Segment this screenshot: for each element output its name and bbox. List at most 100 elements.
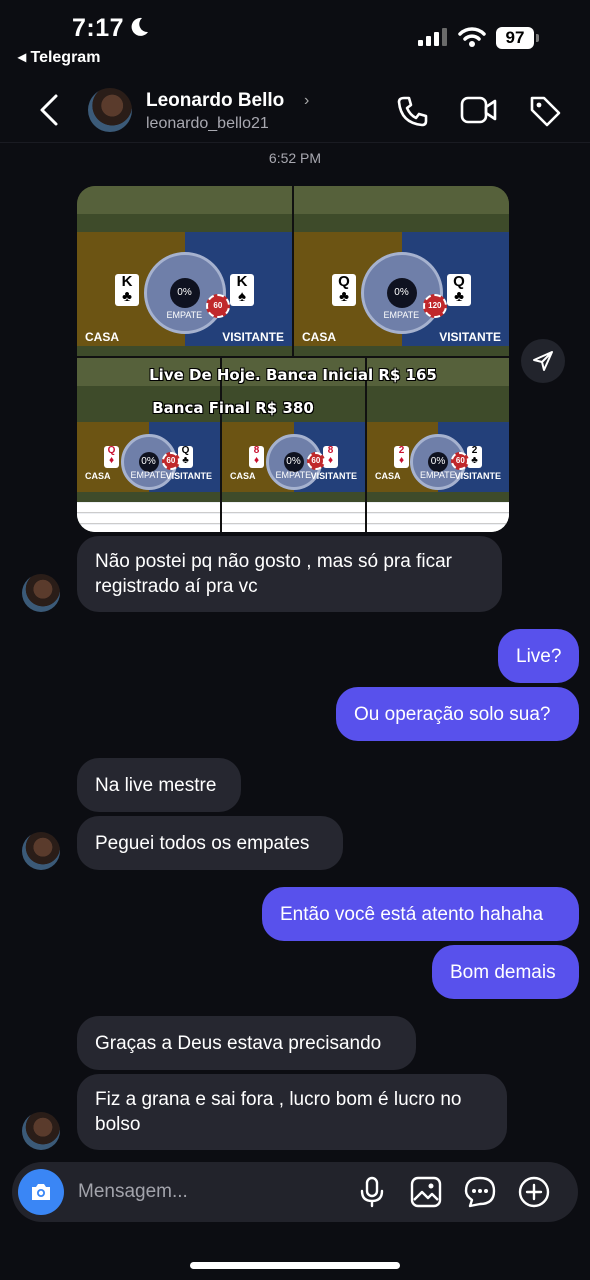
message-timestamp: 6:52 PM xyxy=(268,150,322,166)
casa-label: CASA xyxy=(375,471,401,481)
message-bubble-outgoing[interactable]: Ou operação solo sua? xyxy=(336,687,579,741)
card-suit: ♣ xyxy=(339,288,349,305)
share-button[interactable] xyxy=(521,339,565,383)
message-composer xyxy=(12,1162,578,1222)
plus-icon[interactable] xyxy=(518,1176,550,1208)
right-playing-card: 2 ♣ xyxy=(467,446,482,468)
message-bubble-incoming[interactable]: Não postei pq não gosto , mas só pra fic… xyxy=(77,536,502,612)
battery-indicator: 97 xyxy=(496,27,534,49)
message-bubble-incoming[interactable]: Graças a Deus estava precisando xyxy=(77,1016,416,1070)
chat-header: Leonardo Bello › leonardo_bello21 xyxy=(0,80,590,143)
left-playing-card: Q ♣ xyxy=(332,274,356,306)
message-bubble-incoming[interactable]: Fiz a grana e sai fora , lucro bom é luc… xyxy=(77,1074,507,1150)
casa-label: CASA xyxy=(302,330,337,344)
table-row xyxy=(367,525,509,532)
visitante-label: VISITANTE xyxy=(454,471,501,481)
microphone-icon[interactable] xyxy=(359,1176,385,1208)
card-suit: ♣ xyxy=(122,288,132,305)
game-tile: 0% Q ♣ Q ♣ 120 EMPATE CASA VISITANTE xyxy=(294,186,509,356)
card-suit: ♦ xyxy=(108,455,115,466)
status-time: 7:17 xyxy=(72,14,125,42)
camera-icon xyxy=(32,1184,50,1200)
overlay-caption-line1: Live De Hoje. Banca Inicial R$ 165 xyxy=(149,366,437,384)
empate-label: EMPATE xyxy=(166,310,203,320)
visitante-label: VISITANTE xyxy=(222,330,284,344)
moon-icon xyxy=(131,17,148,36)
left-playing-card: K ♣ xyxy=(115,274,139,306)
contact-username[interactable]: leonardo_bello21 xyxy=(146,115,269,133)
card-suit: ♦ xyxy=(253,455,260,466)
empate-label: EMPATE xyxy=(383,310,420,320)
card-suit: ♠ xyxy=(238,288,246,305)
table-row xyxy=(222,514,365,524)
back-to-app-link[interactable]: ◂ Telegram xyxy=(18,47,100,67)
left-playing-card: 8 ♦ xyxy=(249,446,264,468)
tile-top-bar xyxy=(77,186,292,214)
chevron-right-icon[interactable]: › xyxy=(304,92,309,110)
left-playing-card: 2 ♦ xyxy=(394,446,409,468)
message-bubble-incoming[interactable]: Peguei todos os empates xyxy=(77,816,343,870)
back-arrow-icon[interactable] xyxy=(36,92,64,128)
chip-badge: 60 xyxy=(306,452,325,470)
chip-badge: 120 xyxy=(422,294,447,318)
right-playing-card: Q ♣ xyxy=(447,274,471,306)
phone-icon[interactable] xyxy=(396,94,430,128)
sender-avatar[interactable] xyxy=(22,574,60,612)
sticker-icon[interactable] xyxy=(464,1176,496,1208)
visitante-label: VISITANTE xyxy=(439,330,501,344)
game-tile: 0% Q ♦ Q ♣ 60 EMPATE CASA VISITANTE xyxy=(77,358,220,532)
card-suit: ♦ xyxy=(398,455,405,466)
left-playing-card: Q ♦ xyxy=(104,446,119,468)
table-row xyxy=(77,525,220,532)
contact-avatar[interactable] xyxy=(88,88,132,132)
sender-avatar[interactable] xyxy=(22,1112,60,1150)
gallery-icon[interactable] xyxy=(410,1176,442,1208)
message-bubble-outgoing[interactable]: Bom demais xyxy=(432,945,579,999)
visitante-label: VISITANTE xyxy=(310,471,357,481)
card-suit: ♣ xyxy=(454,288,464,305)
table-row xyxy=(367,514,509,524)
empate-pct: 0% xyxy=(386,278,417,308)
visitante-label: VISITANTE xyxy=(165,471,212,481)
table-row xyxy=(77,514,220,524)
results-table xyxy=(367,502,509,532)
video-call-icon[interactable] xyxy=(460,94,498,126)
chip-badge: 60 xyxy=(205,294,230,318)
tag-icon[interactable] xyxy=(528,94,562,128)
signal-icon xyxy=(418,28,447,46)
game-tile: 0% K ♣ K ♠ 60 EMPATE CASA VISITANTE xyxy=(77,186,292,356)
message-input[interactable] xyxy=(76,1176,340,1208)
table-row xyxy=(367,503,509,513)
empate-pct: 0% xyxy=(283,452,304,472)
casa-label: CASA xyxy=(85,330,120,344)
battery-tip xyxy=(536,34,539,42)
shared-screenshot-image[interactable]: 0% 2 ♦ 2 ♣ 60 EMPATE CASA VISITANTE 0% 8 ♦ 8 ♦ 60 E… xyxy=(77,186,509,532)
message-bubble-incoming[interactable]: Na live mestre xyxy=(77,758,241,812)
card-suit: ♣ xyxy=(471,455,478,466)
empate-label: EMPATE xyxy=(420,470,456,480)
results-table xyxy=(77,502,220,532)
empate-label: EMPATE xyxy=(275,470,312,480)
results-table xyxy=(222,502,365,532)
message-bubble-outgoing[interactable]: Então você está atento hahaha xyxy=(262,887,579,941)
sender-avatar[interactable] xyxy=(22,832,60,870)
status-bar: 7:17 ◂ Telegram 97 xyxy=(0,0,590,80)
right-playing-card: Q ♣ xyxy=(178,446,193,468)
card-suit: ♦ xyxy=(327,455,334,466)
table-row xyxy=(222,525,365,532)
tile-top-bar xyxy=(294,186,509,214)
empate-label: EMPATE xyxy=(130,470,167,480)
card-suit: ♣ xyxy=(182,455,189,466)
empate-pct: 0% xyxy=(428,452,448,472)
camera-button[interactable] xyxy=(18,1169,64,1215)
overlay-caption-line2: Banca Final R$ 380 xyxy=(152,399,314,417)
table-row xyxy=(222,503,365,513)
table-row xyxy=(77,503,220,513)
home-indicator xyxy=(190,1262,400,1269)
send-icon xyxy=(533,351,553,371)
game-tile: 0% 8 ♦ 8 ♦ 60 EMPATE CASA VISITANTE xyxy=(222,358,365,532)
right-playing-card: K ♠ xyxy=(230,274,254,306)
chip-badge: 60 xyxy=(161,452,180,470)
message-bubble-outgoing[interactable]: Live? xyxy=(498,629,579,683)
contact-name[interactable]: Leonardo Bello xyxy=(146,90,284,112)
